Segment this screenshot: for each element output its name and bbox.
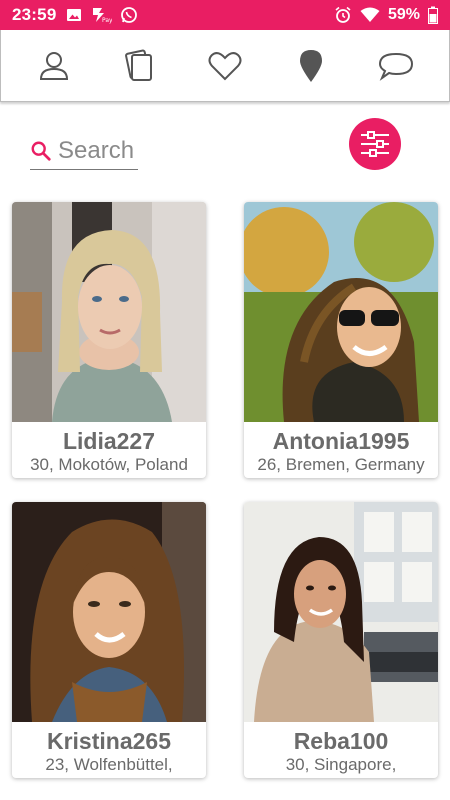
cards-icon — [125, 49, 153, 81]
profile-card[interactable]: Kristina265 23, Wolfenbüttel, — [12, 502, 206, 778]
location-pin-icon — [299, 49, 322, 82]
profile-photo — [244, 202, 438, 422]
alarm-icon — [335, 6, 351, 23]
heart-icon — [208, 51, 242, 80]
profile-location: 26, Bremen, Germany — [257, 455, 425, 474]
notification-icons: Pay — [66, 6, 138, 24]
nav-cards-button[interactable] — [109, 36, 169, 96]
battery-icon — [428, 6, 438, 24]
search-box[interactable] — [30, 133, 138, 170]
profile-card[interactable]: Reba100 30, Singapore, — [244, 502, 438, 778]
sliders-icon — [361, 131, 389, 157]
search-input[interactable] — [58, 137, 138, 165]
profile-name: Antonia1995 — [272, 428, 410, 454]
profile-location: 30, Singapore, — [285, 755, 397, 774]
filter-button[interactable] — [349, 118, 401, 170]
nav-favorites-button[interactable] — [195, 36, 255, 96]
profile-photo — [12, 502, 206, 722]
person-icon — [39, 51, 68, 80]
nav-nearby-button[interactable] — [281, 36, 341, 96]
payment-icon: Pay — [93, 8, 112, 24]
profile-photo — [12, 202, 206, 422]
profile-card[interactable]: Lidia227 30, Mokotów, Poland — [12, 202, 206, 478]
profile-name: Lidia227 — [62, 428, 156, 454]
profile-name: Reba100 — [293, 728, 389, 754]
wifi-icon — [360, 7, 380, 22]
profile-location: 23, Wolfenbüttel, — [45, 755, 173, 774]
battery-percent: 59% — [387, 6, 420, 23]
image-icon — [67, 9, 82, 21]
profile-card[interactable]: Antonia1995 26, Bremen, Germany — [244, 202, 438, 478]
whatsapp-icon — [121, 7, 138, 23]
chat-bubble-icon — [379, 52, 414, 81]
svg-text:Pay: Pay — [102, 17, 112, 24]
status-time: 23:59 — [12, 5, 57, 24]
search-icon — [31, 141, 51, 161]
nav-profile-button[interactable] — [24, 36, 84, 96]
profile-photo — [244, 502, 438, 722]
nav-messages-button[interactable] — [366, 36, 426, 96]
top-nav — [0, 30, 450, 102]
system-icons: 59% — [334, 6, 438, 24]
status-bar: 23:59 Pay 59% — [0, 0, 450, 30]
profile-location: 30, Mokotów, Poland — [30, 455, 188, 474]
profile-name: Kristina265 — [46, 728, 171, 754]
